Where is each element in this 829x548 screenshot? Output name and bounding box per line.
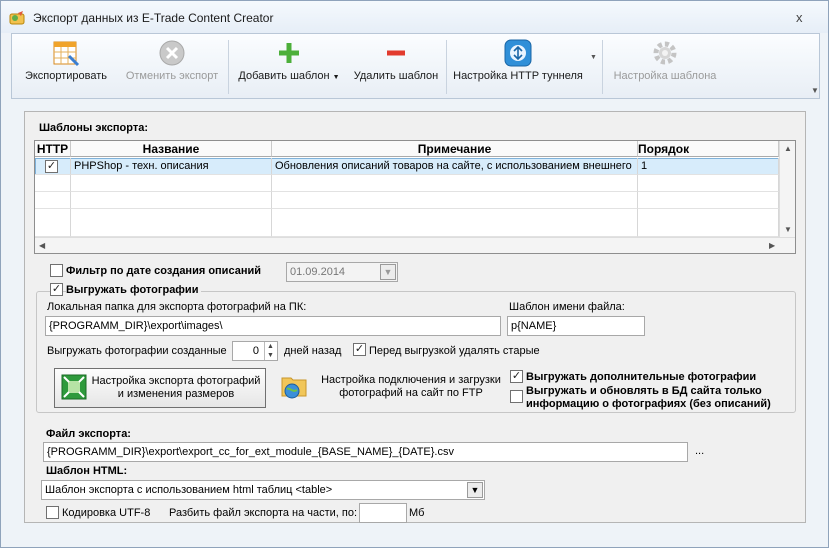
- export-grid-icon: [53, 41, 80, 67]
- toolbar: Экспортировать Отменить экспорт Добавить…: [11, 33, 820, 99]
- only-photo-info-label: Выгружать и обновлять в БД сайта только …: [526, 385, 771, 410]
- chevron-down-icon[interactable]: ▼: [590, 54, 597, 61]
- template-settings-label: Настройка шаблона: [613, 70, 717, 82]
- cancel-export-button[interactable]: Отменить экспорт: [120, 34, 224, 98]
- toolbar-overflow-icon[interactable]: ▼: [811, 86, 819, 95]
- empty-cell: [35, 175, 71, 192]
- scroll-up-icon[interactable]: ▲: [784, 144, 792, 153]
- delete-old-checkbox[interactable]: ✓: [353, 343, 366, 356]
- templates-table[interactable]: HTTP Название Примечание Порядок ✓ PHPSh…: [34, 140, 796, 254]
- toolbar-separator: [228, 40, 229, 94]
- http-tunnel-button[interactable]: Настройка HTTP туннеля: [450, 34, 586, 98]
- cancel-icon: [159, 40, 185, 66]
- html-template-select[interactable]: Шаблон экспорта с использованием html та…: [41, 480, 485, 500]
- upload-photos-label: Выгружать фотографии: [66, 284, 202, 296]
- tunnel-icon: [504, 39, 532, 67]
- export-file-label: Файл экспорта:: [46, 428, 131, 440]
- days-stepper[interactable]: ▲ ▼: [264, 342, 276, 360]
- empty-cell: [272, 209, 638, 237]
- date-dropdown-icon[interactable]: ▼: [380, 264, 396, 280]
- http-checkbox[interactable]: ✓: [45, 160, 58, 173]
- filename-template-input[interactable]: p{NAME}: [507, 316, 645, 336]
- date-filter-label: Фильтр по дате создания описаний: [66, 265, 261, 277]
- cancel-export-label: Отменить экспорт: [125, 70, 219, 82]
- ftp-settings-label: Настройка подключения и загрузки фотогра…: [321, 374, 501, 399]
- export-button[interactable]: Экспортировать: [14, 34, 118, 98]
- minus-icon: [387, 50, 405, 56]
- split-file-label: Разбить файл экспорта на части, по:: [169, 507, 358, 519]
- ftp-settings-button[interactable]: Настройка подключения и загрузки фотогра…: [278, 368, 510, 408]
- chevron-down-icon[interactable]: ▼: [467, 482, 483, 498]
- scroll-right-icon[interactable]: ▶: [769, 241, 775, 250]
- photo-resize-settings-button[interactable]: Настройка экспорта фотографий и изменени…: [54, 368, 266, 408]
- http-tunnel-label: Настройка HTTP туннеля: [453, 70, 583, 82]
- table-cell-http: ✓: [35, 158, 71, 175]
- table-cell-name: PHPShop - техн. описания: [71, 158, 272, 175]
- days-ago-label: дней назад: [284, 345, 342, 357]
- app-icon: [9, 11, 25, 25]
- split-size-input[interactable]: [359, 503, 407, 523]
- close-icon[interactable]: x: [796, 10, 803, 25]
- export-file-input[interactable]: {PROGRAMM_DIR}\export\export_cc_for_ext_…: [43, 442, 688, 462]
- only-photo-info-checkbox[interactable]: [510, 390, 523, 403]
- table-cell-note: Обновления описаний товаров на сайте, с …: [272, 158, 638, 175]
- resize-image-icon: [61, 374, 87, 400]
- empty-cell: [71, 192, 272, 209]
- empty-cell: [71, 175, 272, 192]
- stepper-down-icon[interactable]: ▼: [265, 351, 276, 360]
- empty-cell: [638, 192, 779, 209]
- browse-button[interactable]: ...: [695, 445, 704, 457]
- window-title: Экспорт данных из E-Trade Content Creato…: [33, 11, 274, 25]
- column-header-http[interactable]: HTTP: [35, 141, 71, 157]
- empty-cell: [35, 209, 71, 237]
- gear-icon: [653, 41, 677, 65]
- add-template-button[interactable]: Добавить шаблон ▼: [234, 34, 344, 98]
- export-window: Экспорт данных из E-Trade Content Creato…: [0, 0, 829, 548]
- horizontal-scrollbar[interactable]: ◀ ▶: [35, 237, 795, 253]
- empty-cell: [272, 175, 638, 192]
- export-label: Экспортировать: [24, 70, 108, 82]
- utf8-label: Кодировка UTF-8: [62, 507, 151, 519]
- add-template-label: Добавить шаблон ▼: [238, 70, 340, 82]
- empty-cell: [638, 209, 779, 237]
- column-header-note[interactable]: Примечание: [272, 141, 638, 157]
- filename-template-label: Шаблон имени файла:: [509, 301, 625, 313]
- photo-resize-settings-label: Настройка экспорта фотографий и изменени…: [91, 375, 261, 400]
- empty-cell: [272, 192, 638, 209]
- column-header-name[interactable]: Название: [71, 141, 272, 157]
- column-header-order[interactable]: Порядок: [638, 141, 779, 157]
- vertical-scrollbar[interactable]: ▲ ▼: [779, 141, 795, 237]
- plus-icon: [279, 43, 299, 63]
- scroll-left-icon[interactable]: ◀: [39, 241, 45, 250]
- extra-photos-label: Выгружать дополнительные фотографии: [526, 371, 757, 383]
- local-folder-label: Локальная папка для экспорта фотографий …: [47, 301, 307, 313]
- empty-cell: [71, 209, 272, 237]
- utf8-checkbox[interactable]: [46, 506, 59, 519]
- scroll-down-icon[interactable]: ▼: [784, 225, 792, 234]
- delete-template-label: Удалить шаблон: [353, 70, 439, 82]
- export-settings-panel: Шаблоны экспорта: HTTP Название Примечан…: [24, 111, 806, 523]
- stepper-up-icon[interactable]: ▲: [265, 342, 276, 351]
- empty-cell: [35, 192, 71, 209]
- photos-created-label: Выгружать фотографии созданные: [47, 345, 227, 357]
- extra-photos-checkbox[interactable]: ✓: [510, 370, 523, 383]
- chevron-down-icon: ▼: [332, 74, 340, 81]
- toolbar-separator: [602, 40, 603, 94]
- delete-template-button[interactable]: Удалить шаблон: [348, 34, 444, 98]
- split-unit-label: Мб: [409, 507, 425, 519]
- empty-cell: [638, 175, 779, 192]
- template-settings-button[interactable]: Настройка шаблона: [606, 34, 724, 98]
- ftp-folder-globe-icon: [281, 377, 307, 399]
- toolbar-separator: [446, 40, 447, 94]
- templates-heading: Шаблоны экспорта:: [39, 122, 149, 134]
- delete-old-label: Перед выгрузкой удалять старые: [369, 345, 540, 357]
- upload-photos-checkbox[interactable]: ✓: [50, 283, 63, 296]
- table-cell-order: 1: [638, 158, 779, 175]
- html-template-label: Шаблон HTML:: [46, 465, 128, 477]
- date-filter-checkbox[interactable]: [50, 264, 63, 277]
- local-folder-input[interactable]: {PROGRAMM_DIR}\export\images\: [45, 316, 501, 336]
- title-bar: Экспорт данных из E-Trade Content Creato…: [1, 1, 828, 33]
